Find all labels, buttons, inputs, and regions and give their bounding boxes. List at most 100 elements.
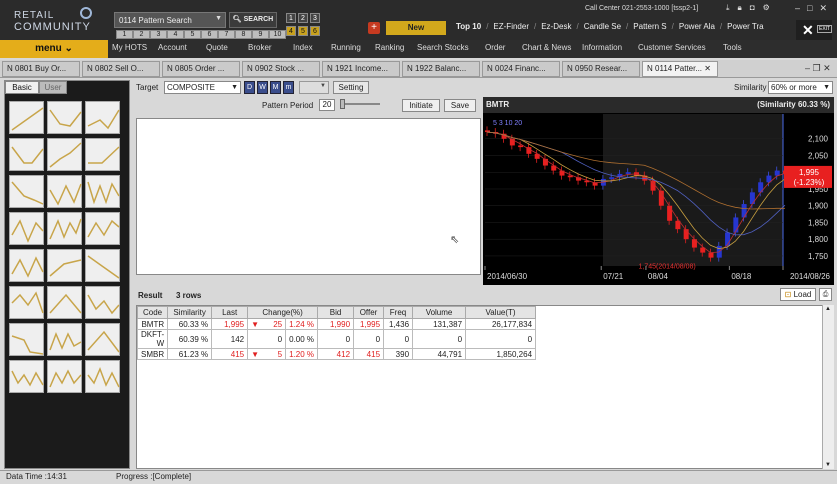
tool-power-trade[interactable]: Power Tra: [727, 22, 763, 36]
layout-button[interactable]: 5: [298, 26, 308, 36]
tab-0024[interactable]: N 0024 Financ...: [482, 61, 560, 77]
pattern-thumbnail[interactable]: [9, 175, 44, 208]
tab-0805[interactable]: N 0805 Order ...: [162, 61, 240, 77]
screen-slot[interactable]: 9: [252, 30, 269, 39]
maximize-icon[interactable]: □: [807, 3, 812, 14]
menu-item-ranking[interactable]: Ranking: [375, 43, 417, 52]
layout-button[interactable]: 4: [286, 26, 296, 36]
tab-0950[interactable]: N 0950 Resear...: [562, 61, 640, 77]
table-scrollbar[interactable]: ▲ ▼: [822, 305, 834, 469]
exit-button[interactable]: ✕ EXIT: [796, 20, 833, 40]
pattern-thumbnail[interactable]: [9, 286, 44, 319]
interval-select[interactable]: ▼: [299, 81, 329, 94]
col-code[interactable]: Code: [136, 306, 169, 319]
print-icon[interactable]: ⎙: [819, 288, 832, 301]
pattern-thumbnail[interactable]: [9, 249, 44, 282]
screen-slot[interactable]: 8: [235, 30, 252, 39]
col-freq[interactable]: Freq: [383, 306, 414, 319]
pattern-thumbnail[interactable]: [47, 101, 82, 134]
pattern-thumbnail[interactable]: [9, 101, 44, 134]
pattern-thumbnail[interactable]: [85, 212, 120, 245]
screen-slot[interactable]: 4: [167, 30, 184, 39]
pattern-thumbnail[interactable]: [47, 138, 82, 171]
pattern-thumbnail[interactable]: [85, 138, 120, 171]
col-similarity[interactable]: Similarity: [167, 306, 213, 319]
menu-item-index[interactable]: Index: [293, 43, 331, 52]
scroll-down-icon[interactable]: ▼: [825, 462, 831, 468]
screen-slot[interactable]: 3: [150, 30, 167, 39]
table-row[interactable]: DKFT-W 60.39 % 142 0 0.00 % 0 0 0 0 0: [136, 329, 537, 349]
pattern-thumbnail[interactable]: [85, 286, 120, 319]
menu-item-my-hots[interactable]: My HOTS: [112, 43, 158, 52]
pattern-thumbnail[interactable]: [9, 360, 44, 393]
screen-slot[interactable]: 1: [116, 30, 133, 39]
new-button[interactable]: New: [386, 21, 446, 35]
screen-slot[interactable]: 7: [218, 30, 235, 39]
similarity-select[interactable]: 60% or more ▼: [768, 81, 833, 94]
col-bid[interactable]: Bid: [317, 306, 355, 319]
tab-1922[interactable]: N 1922 Balanc...: [402, 61, 480, 77]
pattern-thumbnail[interactable]: [47, 175, 82, 208]
tab-1921[interactable]: N 1921 Income...: [322, 61, 400, 77]
screen-selector[interactable]: 0114 Pattern Search ▼: [114, 12, 226, 28]
pattern-thumbnail[interactable]: [85, 360, 120, 393]
period-week-button[interactable]: W: [257, 81, 268, 94]
pattern-thumbnail[interactable]: [85, 323, 120, 356]
menu-item-customer-services[interactable]: Customer Services: [638, 43, 723, 52]
col-value[interactable]: Value(T): [465, 306, 537, 319]
pattern-thumbnail[interactable]: [9, 138, 44, 171]
minimize-icon[interactable]: –: [795, 3, 800, 14]
pattern-thumbnail[interactable]: [47, 212, 82, 245]
pattern-thumbnail[interactable]: [85, 175, 120, 208]
col-last[interactable]: Last: [211, 306, 249, 319]
load-button[interactable]: ⊡ Load: [780, 288, 816, 301]
scroll-up-icon[interactable]: ▲: [825, 306, 831, 312]
tool-ez-desk[interactable]: Ez-Desk: [541, 22, 571, 36]
tab-0902[interactable]: N 0902 Stock ...: [242, 61, 320, 77]
period-month-button[interactable]: M: [270, 81, 281, 94]
tool-power-alarm[interactable]: Power Ala: [679, 22, 715, 36]
tab-basic[interactable]: Basic: [5, 81, 39, 94]
restore-icon[interactable]: ❐: [813, 63, 821, 73]
camera-icon[interactable]: ◘: [750, 3, 755, 13]
setting-button[interactable]: Setting: [333, 81, 369, 94]
add-icon[interactable]: +: [368, 22, 380, 34]
tool-pattern-search[interactable]: Pattern S: [633, 22, 666, 36]
search-button[interactable]: 🔍︎ SEARCH: [229, 12, 277, 28]
table-row[interactable]: BMTR 60.33 % 1,995 ▼ 25 1.24 % 1,990 1,99…: [136, 318, 537, 330]
tab-0114[interactable]: N 0114 Patter... ✕: [642, 61, 718, 77]
col-change[interactable]: Change(%): [247, 306, 319, 319]
menu-item-broker[interactable]: Broker: [248, 43, 293, 52]
gear-icon[interactable]: ⚙: [763, 3, 770, 13]
pattern-thumbnail[interactable]: [47, 323, 82, 356]
menu-item-order[interactable]: Order: [485, 43, 522, 52]
screen-slot[interactable]: 2: [133, 30, 150, 39]
pattern-thumbnail[interactable]: [85, 249, 120, 282]
slider-handle[interactable]: [340, 99, 345, 109]
download-icon[interactable]: ⤓: [726, 3, 730, 13]
menu-item-account[interactable]: Account: [158, 43, 206, 52]
price-chart[interactable]: 2,1002,0502,0001,9501,9001,8501,8001,750…: [483, 114, 834, 285]
menu-button[interactable]: menu ⌄: [0, 40, 108, 58]
initiate-button[interactable]: Initiate: [402, 99, 440, 112]
period-minute-button[interactable]: m: [283, 81, 294, 94]
lock-icon[interactable]: 🔒︎: [738, 3, 742, 13]
pattern-period-slider[interactable]: [340, 99, 380, 109]
menu-item-quote[interactable]: Quote: [206, 43, 248, 52]
tool-ez-finder[interactable]: EZ-Finder: [493, 22, 529, 36]
pattern-draw-area[interactable]: [136, 118, 481, 275]
menu-item-tools[interactable]: Tools: [723, 43, 753, 52]
layout-button[interactable]: 1: [286, 13, 296, 23]
menu-item-information[interactable]: Information: [582, 43, 638, 52]
period-day-button[interactable]: D: [244, 81, 255, 94]
close-icon[interactable]: ✕: [819, 3, 827, 14]
menu-item-running[interactable]: Running: [331, 43, 375, 52]
menu-item-chart-news[interactable]: Chart & News: [522, 43, 582, 52]
col-offer[interactable]: Offer: [353, 306, 385, 319]
menu-item-search-stocks[interactable]: Search Stocks: [417, 43, 485, 52]
target-select[interactable]: COMPOSITE ▼: [164, 81, 241, 94]
pattern-thumbnail[interactable]: [47, 286, 82, 319]
layout-button[interactable]: 6: [310, 26, 320, 36]
pattern-thumbnail[interactable]: [47, 360, 82, 393]
screen-slot[interactable]: 5: [184, 30, 201, 39]
